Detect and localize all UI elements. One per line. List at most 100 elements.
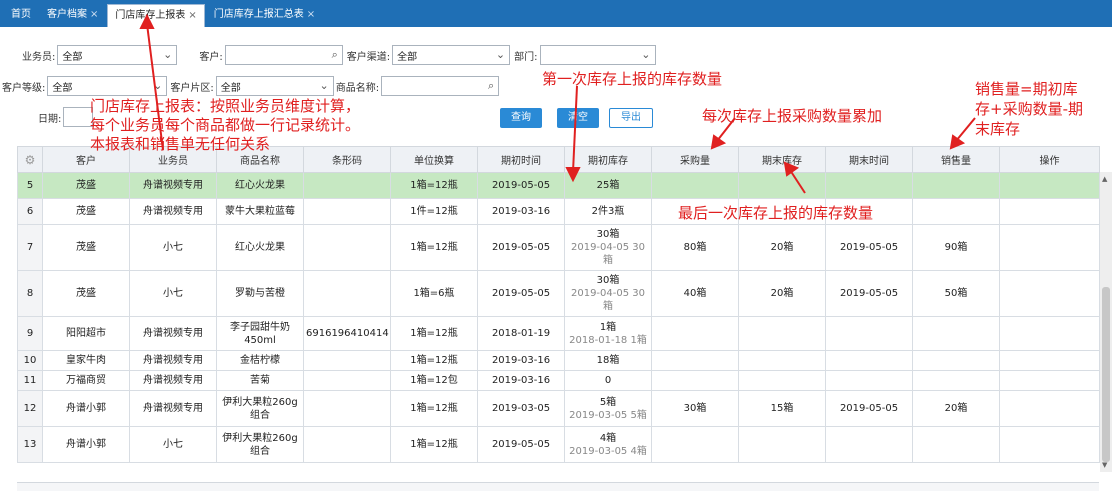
close-icon[interactable]: ×	[188, 10, 196, 21]
channel-select[interactable]: 全部 ⌄	[392, 45, 511, 65]
end-time-cell: 2019-05-05	[825, 224, 913, 271]
operation-cell[interactable]	[999, 426, 1100, 463]
customer-cell: 茂盛	[42, 224, 130, 271]
annotation-sales-formula: 销售量=期初库 存+采购数量-期 末库存	[975, 79, 1083, 139]
product-input[interactable]: ⌕	[381, 76, 500, 96]
table-row[interactable]: 9 阳阳超市 舟谱视频专用 李子园甜牛奶450ml 6916196410414 1箱=12…	[17, 316, 1100, 351]
operation-cell[interactable]	[999, 370, 1100, 391]
salesman-cell: 舟谱视频专用	[129, 198, 217, 225]
start-stock-cell: 30箱 2019-04-05 30箱	[564, 224, 652, 271]
barcode-cell	[303, 198, 391, 225]
start-stock-cell: 0	[564, 370, 652, 391]
tab-label: 首页	[11, 9, 31, 20]
operation-cell[interactable]	[999, 270, 1100, 317]
gear-icon[interactable]: ⚙	[25, 153, 36, 167]
start-time-cell: 2019-05-05	[477, 172, 565, 199]
customer-cell: 万福商贸	[42, 370, 130, 391]
sales-cell: 20箱	[912, 390, 1000, 427]
operation-cell[interactable]	[999, 316, 1100, 351]
search-icon[interactable]: ⌕	[332, 48, 338, 62]
scroll-down-icon[interactable]: ▼	[1102, 461, 1107, 469]
vertical-scrollbar[interactable]: ▲ ▼	[1100, 172, 1112, 472]
customer-cell: 舟谱小郭	[42, 426, 130, 463]
export-button[interactable]: 导出	[609, 108, 653, 128]
unit-conversion-cell: 1箱=12瓶	[390, 426, 478, 463]
customer-input[interactable]: ⌕	[224, 45, 343, 65]
column-header[interactable]: 期末时间	[825, 146, 913, 173]
column-header[interactable]: 单位换算	[390, 146, 478, 173]
tab-home[interactable]: 首页	[4, 4, 38, 27]
table-row[interactable]: 13 舟谱小郭 小七 伊利大果粒260g组合 1箱=12瓶 2019-05-05 4箱 201…	[17, 426, 1100, 463]
sales-cell	[912, 426, 1000, 463]
row-index-cell: 13	[17, 426, 43, 463]
start-time-cell: 2019-03-16	[477, 350, 565, 371]
clear-button[interactable]: 清空	[557, 108, 599, 128]
column-header[interactable]: 销售量	[912, 146, 1000, 173]
scrollbar-thumb[interactable]	[1102, 287, 1110, 462]
table-row[interactable]: 11 万福商贸 舟谱视频专用 苦菊 1箱=12包 2019-03-16 0	[17, 370, 1100, 391]
barcode-cell	[303, 426, 391, 463]
start-stock-report-detail: 2018-01-18 1箱	[569, 334, 647, 346]
table-row[interactable]: 8 茂盛 小七 罗勒与苦橙 1箱=6瓶 2019-05-05 30箱 2019-04-05 3…	[17, 270, 1100, 317]
column-header[interactable]: 期末库存	[738, 146, 826, 173]
start-time-cell: 2019-03-05	[477, 390, 565, 427]
column-header[interactable]: 操作	[999, 146, 1100, 173]
start-stock-report-detail: 2019-04-05 30箱	[570, 242, 646, 266]
annotation-line: 门店库存上报表：按照业务员维度计算，	[90, 97, 361, 115]
annotation-purchase-sum: 每次库存上报采购数量累加	[702, 107, 883, 125]
scroll-up-icon[interactable]: ▲	[1102, 175, 1107, 183]
operation-cell[interactable]	[999, 350, 1100, 371]
tab-store-inventory-summary[interactable]: 门店库存上报汇总表 ×	[207, 4, 322, 27]
purchase-cell	[651, 350, 739, 371]
product-cell: 蒙牛大果粒蓝莓	[216, 198, 304, 225]
table-row[interactable]: 5 茂盛 舟谱视频专用 红心火龙果 1箱=12瓶 2019-05-05 25箱	[17, 172, 1100, 199]
start-stock-cell: 4箱 2019-03-05 4箱	[564, 426, 652, 463]
purchase-cell: 40箱	[651, 270, 739, 317]
end-stock-cell	[738, 172, 826, 199]
salesman-cell: 舟谱视频专用	[129, 316, 217, 351]
column-header[interactable]: 期初库存	[564, 146, 652, 173]
salesman-cell: 小七	[129, 224, 217, 271]
area-select[interactable]: 全部 ⌄	[215, 76, 334, 96]
date-start-input[interactable]	[63, 107, 94, 127]
salesman-select[interactable]: 全部 ⌄	[57, 45, 178, 65]
close-icon[interactable]: ×	[307, 9, 315, 20]
annotation-initial-stock: 第一次库存上报的库存数量	[542, 70, 723, 88]
table-row[interactable]: 7 茂盛 小七 红心火龙果 1箱=12瓶 2019-05-05 30箱 2019-04-05 …	[17, 224, 1100, 271]
operation-cell[interactable]	[999, 198, 1100, 225]
column-settings-button[interactable]: ⚙	[17, 146, 43, 173]
column-header[interactable]: 期初时间	[477, 146, 565, 173]
barcode-cell: 6916196410414	[303, 316, 391, 351]
level-select[interactable]: 全部 ⌄	[47, 76, 168, 96]
product-cell: 苦菊	[216, 370, 304, 391]
row-index-cell: 11	[17, 370, 43, 391]
end-time-cell	[825, 370, 913, 391]
start-stock-value: 30箱	[596, 275, 620, 286]
column-header[interactable]: 采购量	[651, 146, 739, 173]
search-icon[interactable]: ⌕	[488, 79, 494, 93]
query-button[interactable]: 查询	[500, 108, 542, 128]
tab-store-inventory-report[interactable]: 门店库存上报表 ×	[107, 4, 205, 27]
operation-cell[interactable]	[999, 224, 1100, 271]
customer-cell: 茂盛	[42, 198, 130, 225]
customer-cell: 茂盛	[42, 172, 130, 199]
start-stock-value: 18箱	[596, 355, 620, 366]
tab-customer-archive[interactable]: 客户档案 ×	[40, 4, 105, 27]
sales-cell	[912, 172, 1000, 199]
salesman-cell: 舟谱视频专用	[129, 390, 217, 427]
table-row[interactable]: 6 茂盛 舟谱视频专用 蒙牛大果粒蓝莓 1件=12瓶 2019-03-16 2件3瓶	[17, 198, 1100, 225]
start-time-cell: 2018-01-19	[477, 316, 565, 351]
dept-select[interactable]: ⌄	[539, 45, 656, 65]
operation-cell[interactable]	[999, 172, 1100, 199]
end-stock-cell	[738, 316, 826, 351]
table-row[interactable]: 12 舟谱小郭 舟谱视频专用 伊利大果粒260g组合 1箱=12瓶 2019-03-05 5…	[17, 390, 1100, 427]
unit-conversion-cell: 1箱=12瓶	[390, 172, 478, 199]
area-label: 客户片区:	[170, 82, 214, 94]
start-stock-cell: 25箱	[564, 172, 652, 199]
close-icon[interactable]: ×	[90, 9, 98, 20]
customer-label: 客户:	[199, 51, 223, 63]
annotation-line: 销售量=期初库	[975, 80, 1078, 98]
sales-cell: 50箱	[912, 270, 1000, 317]
operation-cell[interactable]	[999, 390, 1100, 427]
table-row[interactable]: 10 皇家牛肉 舟谱视频专用 金桔柠檬 1箱=12瓶 2019-03-16 18箱	[17, 350, 1100, 371]
